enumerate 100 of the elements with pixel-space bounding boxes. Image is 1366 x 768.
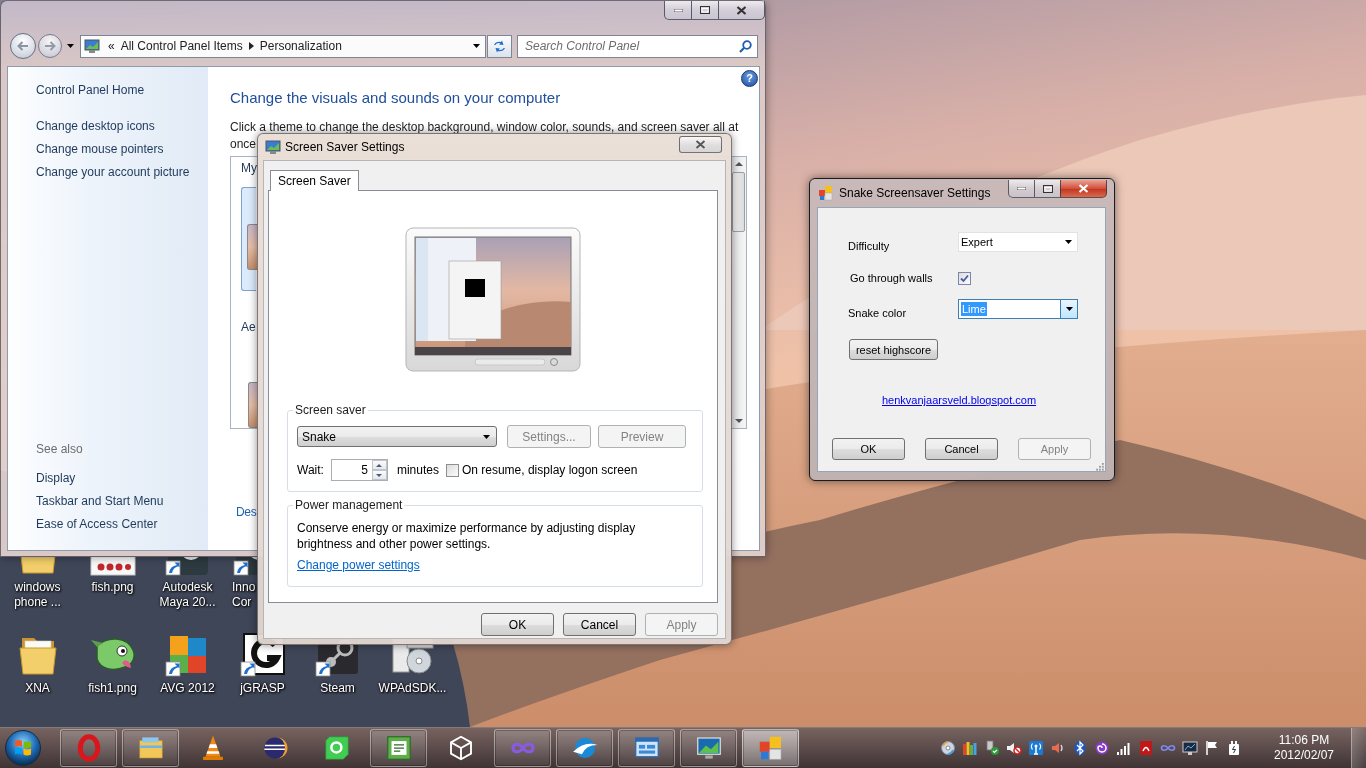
- scroll-down-arrow-icon[interactable]: [734, 419, 743, 423]
- spin-down-button[interactable]: [371, 470, 387, 480]
- screen-saver-dropdown[interactable]: Snake: [297, 426, 497, 447]
- dropdown[interactable]: Expert: [958, 232, 1078, 252]
- speaker-icon[interactable]: [1050, 740, 1066, 756]
- maximize-button[interactable]: [1034, 180, 1060, 198]
- up-arrow-icon[interactable]: [376, 463, 383, 467]
- taskbar-button[interactable]: [556, 729, 613, 767]
- icon-label[interactable]: jGRASP: [226, 681, 299, 696]
- link[interactable]: Des: [236, 504, 257, 521]
- resize-grip-icon[interactable]: [1095, 462, 1104, 471]
- sidebar-link[interactable]: Ease of Access Center: [36, 516, 158, 533]
- show-desktop-button[interactable]: [1351, 728, 1366, 768]
- arch-badge-icon[interactable]: [1138, 740, 1154, 756]
- usb-check-icon[interactable]: [984, 740, 1000, 756]
- clock-button[interactable]: 11:06 PM 2012/02/07: [1264, 733, 1344, 763]
- minimize-icon[interactable]: [673, 8, 683, 12]
- app-shortcut-icon[interactable]: [232, 557, 257, 577]
- cancel-button[interactable]: Cancel: [925, 438, 998, 461]
- icon-label[interactable]: fish.png: [76, 580, 149, 595]
- sidebar-link[interactable]: Change desktop icons: [36, 118, 155, 135]
- signal-bars-icon[interactable]: [1116, 740, 1132, 756]
- dropdown-caret-icon[interactable]: [66, 44, 74, 48]
- icon-label[interactable]: windows phone ...: [1, 580, 74, 610]
- flag-icon[interactable]: [1204, 740, 1220, 756]
- speaker-muted-icon[interactable]: [1006, 740, 1022, 756]
- cancel-button[interactable]: Cancel: [563, 613, 636, 636]
- close-button[interactable]: [718, 1, 765, 20]
- field-label: Snake color: [848, 306, 908, 321]
- icon-label[interactable]: AVG 2012: [151, 681, 224, 696]
- image-thumbnail-icon[interactable]: [88, 557, 137, 577]
- checkbox-label[interactable]: On resume, display logon screen: [461, 463, 638, 477]
- search-icon[interactable]: [739, 39, 752, 53]
- address-bar[interactable]: « All Control Panel Items Personalization: [80, 34, 486, 58]
- bluetooth-icon[interactable]: [1072, 740, 1088, 756]
- link[interactable]: henkvanjaarsveld.blogspot.com: [882, 393, 1037, 408]
- minimize-button[interactable]: [664, 1, 691, 20]
- sidebar-link[interactable]: Change your account picture: [36, 164, 190, 181]
- breadcrumb[interactable]: All Control Panel Items: [120, 39, 243, 53]
- scroll-up-arrow-icon[interactable]: [734, 162, 743, 166]
- maximize-button[interactable]: [691, 1, 718, 20]
- icon-label[interactable]: Inno Cor: [232, 580, 257, 610]
- icon-label[interactable]: WPAdSDK...: [376, 681, 449, 696]
- dropdown-caret-icon[interactable]: [473, 44, 480, 48]
- icon-label[interactable]: Steam: [301, 681, 374, 696]
- minimize-button[interactable]: [1008, 180, 1034, 198]
- group-label: Power management: [294, 498, 404, 512]
- checkbox-label[interactable]: Go through walls: [848, 271, 958, 285]
- breadcrumb[interactable]: Personalization: [259, 39, 342, 53]
- back-button[interactable]: [10, 33, 36, 59]
- swirl-icon[interactable]: [1094, 740, 1110, 756]
- icon-label[interactable]: fish1.png: [76, 681, 149, 696]
- link[interactable]: Change power settings: [297, 558, 420, 572]
- close-icon[interactable]: [695, 140, 706, 149]
- taskbar-button[interactable]: [122, 729, 179, 767]
- search-field[interactable]: Search Control Panel: [517, 34, 758, 58]
- sidebar-link[interactable]: Display: [36, 470, 76, 487]
- theme-item[interactable]: [241, 187, 256, 291]
- ok-button[interactable]: OK: [481, 613, 554, 636]
- close-button[interactable]: [679, 136, 722, 153]
- sidebar-link[interactable]: Control Panel Home: [36, 82, 145, 99]
- power-plug-icon[interactable]: [1226, 740, 1242, 756]
- taskbar-button[interactable]: [680, 729, 737, 767]
- dropdown-caret-icon[interactable]: [1065, 307, 1073, 312]
- disc-icon[interactable]: [940, 740, 956, 756]
- section-heading: See also: [36, 441, 83, 458]
- icon-label[interactable]: Autodesk Maya 20...: [151, 580, 224, 610]
- refresh-icon[interactable]: [492, 39, 507, 53]
- taskbar-button[interactable]: [742, 729, 799, 767]
- sidebar-link[interactable]: Taskbar and Start Menu: [36, 493, 164, 510]
- tab[interactable]: Screen Saver: [270, 170, 359, 191]
- ok-button[interactable]: OK: [832, 438, 905, 461]
- maximize-icon[interactable]: [700, 6, 710, 14]
- checkbox[interactable]: [445, 463, 459, 477]
- breadcrumb-overflow[interactable]: «: [108, 39, 115, 53]
- spin-up-button[interactable]: [371, 460, 387, 470]
- reset-highscore-button[interactable]: reset highscore: [849, 339, 938, 361]
- taskbar-button[interactable]: [618, 729, 675, 767]
- sidebar-link[interactable]: Change mouse pointers: [36, 141, 164, 158]
- maximize-icon[interactable]: [1042, 184, 1053, 193]
- back-arrow-icon[interactable]: [17, 41, 29, 51]
- dropdown-caret-icon[interactable]: [1065, 240, 1072, 244]
- refresh-button[interactable]: [487, 34, 512, 58]
- down-arrow-icon[interactable]: [376, 473, 383, 477]
- scrollbar-thumb[interactable]: [732, 172, 745, 232]
- wait-minutes-field[interactable]: 5: [330, 459, 388, 481]
- breadcrumb-arrow-icon[interactable]: [248, 42, 254, 50]
- taskbar-button[interactable]: [370, 729, 427, 767]
- description-text: once: [230, 136, 257, 153]
- wireless-tower-icon[interactable]: [1028, 740, 1044, 756]
- bars-icon[interactable]: [962, 740, 978, 756]
- close-button[interactable]: [1060, 180, 1107, 198]
- monitor-icon[interactable]: [1182, 740, 1198, 756]
- minimize-icon[interactable]: [1017, 187, 1026, 190]
- description-text: Click a theme to change the desktop background, window color, sounds, and screen saver all at: [230, 119, 739, 136]
- icon-label[interactable]: XNA: [1, 681, 74, 696]
- field-label: Wait:: [297, 463, 324, 477]
- monitor-icon: [84, 38, 100, 54]
- description-text: Conserve energy or maximize performance by adjusting display brightness and other power settings.: [297, 520, 637, 552]
- close-icon[interactable]: [736, 5, 747, 15]
